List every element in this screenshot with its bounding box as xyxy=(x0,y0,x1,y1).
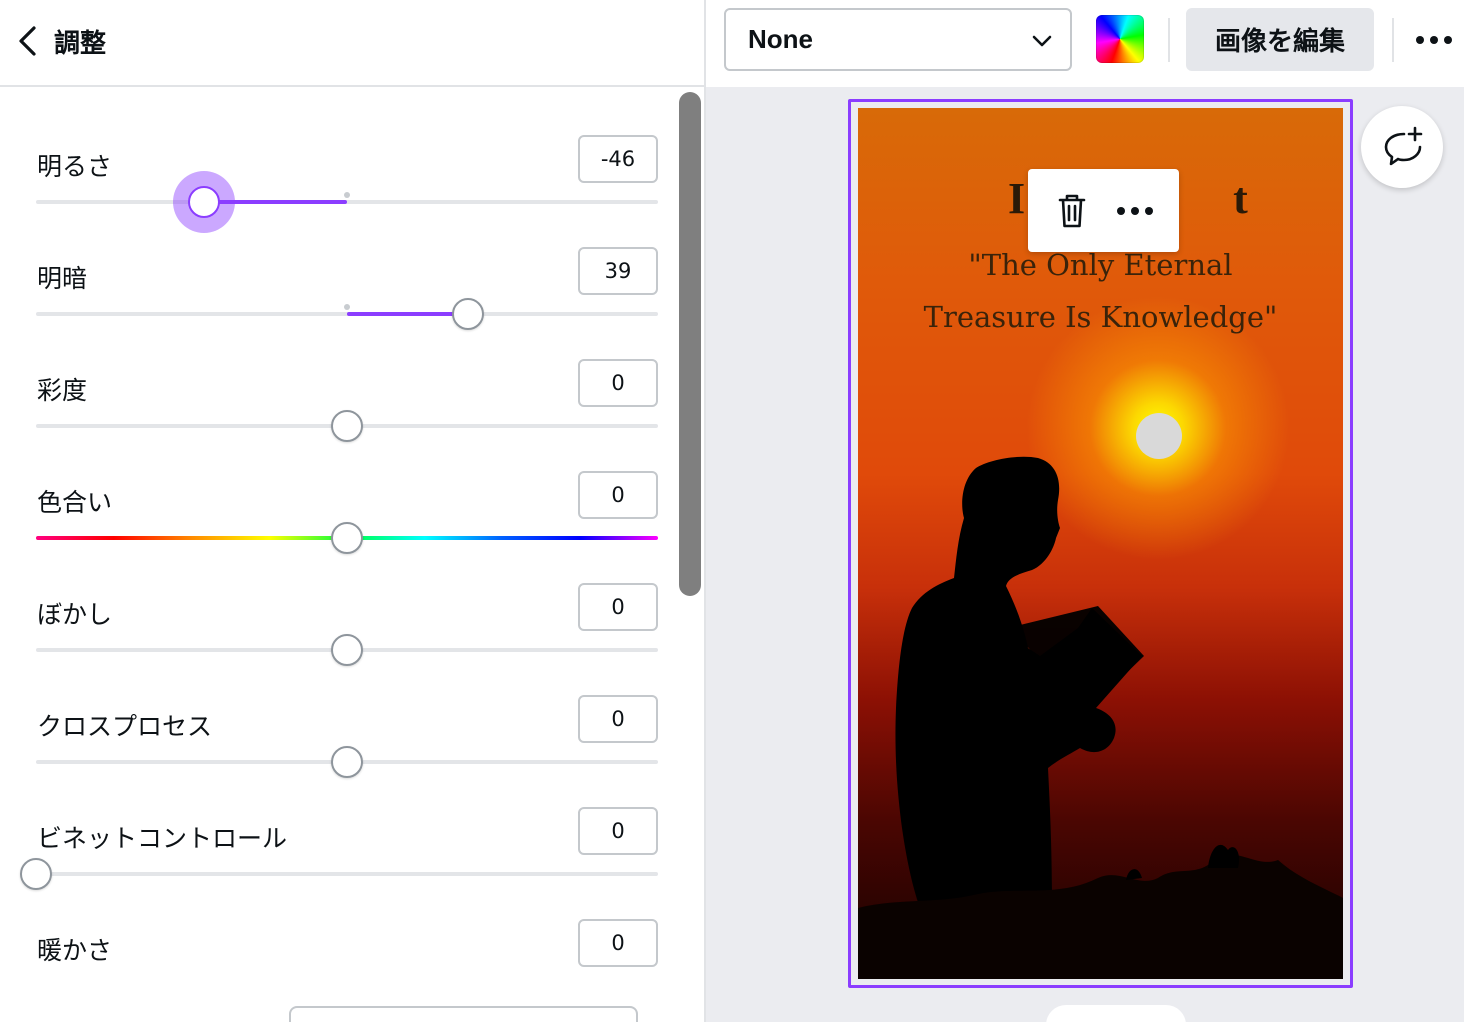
chevron-left-icon xyxy=(19,26,36,56)
adjustment-brightness: 明るさ -46 xyxy=(0,135,676,259)
adjustment-vignette: ビネットコントロール 0 xyxy=(0,807,676,931)
adjustment-warmth: 暖かさ 0 xyxy=(0,919,676,979)
blur-slider-handle[interactable] xyxy=(331,634,363,666)
xpro-slider-handle[interactable] xyxy=(331,746,363,778)
quote-line-2[interactable]: Treasure Is Knowledge" xyxy=(858,300,1343,334)
filter-select[interactable]: None xyxy=(724,8,1072,71)
adjustment-label: 明暗 xyxy=(37,264,88,293)
quote-line-1[interactable]: "The Only Eternal xyxy=(858,248,1343,282)
editor-toolbar: None 画像を編集 xyxy=(706,0,1464,87)
adjustments-list: 明るさ -46 明暗 39 彩度 0 色合い 0 ぼかし 0 クロスプロセス 0… xyxy=(0,89,676,979)
contrast-slider-track[interactable] xyxy=(36,304,658,316)
vignette-slider-handle[interactable] xyxy=(20,858,52,890)
chevron-down-icon xyxy=(1032,35,1052,47)
reset-button[interactable] xyxy=(289,1006,638,1022)
warmth-value-input[interactable]: 0 xyxy=(578,919,658,967)
back-button[interactable]: 調整 xyxy=(14,20,124,62)
design-page[interactable]: It "The Only Eternal Treasure Is Knowled… xyxy=(858,108,1343,979)
saturation-slider-handle[interactable] xyxy=(331,410,363,442)
adjustment-hue: 色合い 0 xyxy=(0,471,676,595)
brightness-value-input[interactable]: -46 xyxy=(578,135,658,183)
adjust-panel: 調整 明るさ -46 明暗 39 彩度 0 色合い 0 ぼかし 0 クロスプロセ… xyxy=(0,0,706,1022)
toolbar-separator xyxy=(1168,18,1170,62)
hue-value-input[interactable]: 0 xyxy=(578,471,658,519)
slider-center-mark xyxy=(344,304,350,310)
more-horizontal-icon xyxy=(1117,206,1154,215)
adjustment-label: 暖かさ xyxy=(37,936,113,965)
edit-image-button[interactable]: 画像を編集 xyxy=(1186,8,1374,71)
brightness-slider-track[interactable] xyxy=(36,192,658,204)
add-comment-icon xyxy=(1384,126,1423,166)
vignette-slider-track[interactable] xyxy=(36,872,658,876)
add-comment-button[interactable] xyxy=(1361,106,1443,188)
contrast-slider-handle[interactable] xyxy=(452,298,484,330)
slider-center-mark xyxy=(344,192,350,198)
adjustment-xpro: クロスプロセス 0 xyxy=(0,695,676,819)
adjustment-contrast: 明暗 39 xyxy=(0,247,676,371)
slider-fill xyxy=(203,200,347,204)
panel-header: 調整 xyxy=(0,0,706,87)
selection-frame[interactable]: It "The Only Eternal Treasure Is Knowled… xyxy=(848,99,1353,988)
vignette-value-input[interactable]: 0 xyxy=(578,807,658,855)
adjustment-blur: ぼかし 0 xyxy=(0,583,676,707)
adjustment-label: ぼかし xyxy=(37,600,113,629)
adjustment-label: 彩度 xyxy=(37,376,88,405)
adjustment-saturation: 彩度 0 xyxy=(0,359,676,483)
more-horizontal-icon xyxy=(1416,36,1452,44)
hue-slider-handle[interactable] xyxy=(331,522,363,554)
element-floating-toolbar xyxy=(1028,169,1179,252)
brightness-slider-handle[interactable] xyxy=(188,186,220,218)
blur-value-input[interactable]: 0 xyxy=(578,583,658,631)
adjustment-label: 色合い xyxy=(37,488,113,517)
contrast-value-input[interactable]: 39 xyxy=(578,247,658,295)
delete-button[interactable] xyxy=(1050,189,1094,233)
more-options-button[interactable] xyxy=(1410,20,1458,60)
slider-fill xyxy=(347,312,468,316)
panel-title: 調整 xyxy=(54,28,107,59)
adjustment-label: 明るさ xyxy=(37,152,113,181)
saturation-value-input[interactable]: 0 xyxy=(578,359,658,407)
design-canvas: It "The Only Eternal Treasure Is Knowled… xyxy=(706,87,1464,1022)
element-more-button[interactable] xyxy=(1113,189,1157,233)
xpro-value-input[interactable]: 0 xyxy=(578,695,658,743)
rainbow-color-icon[interactable] xyxy=(1096,15,1144,63)
toolbar-separator xyxy=(1392,18,1394,62)
page-control-pill[interactable] xyxy=(1046,1005,1186,1022)
scrollbar-thumb[interactable] xyxy=(679,92,701,596)
adjustment-label: クロスプロセス xyxy=(37,712,213,741)
trash-icon xyxy=(1058,194,1086,227)
adjustment-label: ビネットコントロール xyxy=(37,824,288,853)
filter-select-value: None xyxy=(748,24,813,54)
